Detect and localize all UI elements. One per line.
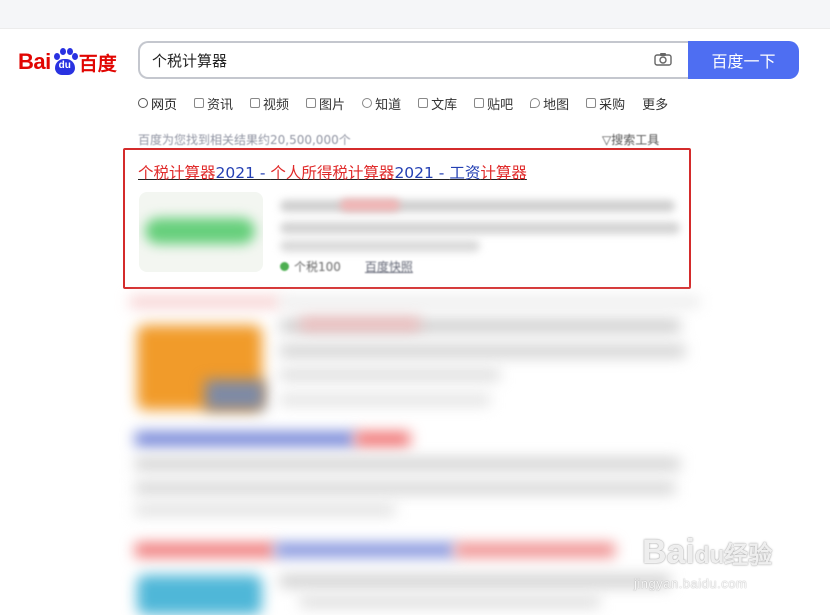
blurred-result [130,297,280,307]
tab-map[interactable]: 地图 [530,93,569,113]
blurred-snippet-line [340,199,400,211]
tab-image[interactable]: 图片 [306,93,345,113]
result-title-link[interactable]: 个税计算器2021 - 个人所得税计算器2021 - 工资计算器 [138,161,527,183]
tab-label: 资讯 [207,97,234,113]
baidu-logo[interactable]: Bai du 百度 [18,46,117,78]
result-source: 个税100 百度快照 [280,258,413,275]
paw-icon: du [52,47,78,77]
tab-web[interactable]: 网页 [138,93,177,113]
search-tabs: 网页 资讯 视频 图片 知道 文库 贴吧 地图 采购 更多 [138,93,685,113]
tab-news[interactable]: 资讯 [194,93,233,113]
search-icon [138,98,148,108]
baidu-jingyan-watermark: Baidu经验 jingyan.baidu.com [634,519,824,604]
title-part: 工资 [449,164,481,182]
blurred-result [275,543,455,557]
title-part: 2021 - [394,164,450,182]
search-button[interactable]: 百度一下 [688,41,799,79]
logo-cn: 百度 [78,52,117,75]
tab-tieba[interactable]: 贴吧 [474,93,513,113]
watermark-url: jingyan.baidu.com [634,576,748,591]
tab-label: 更多 [642,97,669,113]
blurred-snippet-line [280,222,680,234]
source-name: 个税100 [294,260,341,274]
tab-label: 图片 [319,97,346,113]
blurred-result-image [137,575,262,615]
snapshot-link[interactable]: 百度快照 [365,258,413,275]
blurred-result [280,395,490,405]
basket-icon [586,98,597,108]
blurred-result [135,432,355,446]
logo-latin: Bai [18,49,51,74]
blurred-result [300,597,600,607]
blurred-result [135,458,680,470]
tab-label: 网页 [151,97,178,113]
blurred-result [135,482,675,494]
tab-purchase[interactable]: 采购 [586,93,625,113]
blurred-snippet-line [280,240,480,252]
image-icon [306,98,317,108]
blurred-result [135,505,395,515]
browser-top-bar [0,0,830,29]
title-part: 计算器 [480,164,527,182]
result-thumbnail[interactable] [139,192,263,272]
camera-icon[interactable] [654,52,672,66]
tab-label: 采购 [599,97,626,113]
tab-label: 文库 [431,97,458,113]
document-icon [418,98,429,108]
tab-label: 知道 [375,97,402,113]
news-icon [194,98,205,108]
tab-more[interactable]: 更多 [642,93,668,113]
tab-label: 地图 [543,97,570,113]
search-box [138,41,688,79]
blurred-result [135,543,275,557]
search-tools-button[interactable]: ▽搜索工具 [602,131,659,148]
map-pin-icon [530,98,541,108]
title-part: 2021 - [215,164,271,182]
logo-du: du [58,60,71,71]
blurred-result [455,543,615,557]
result-stats: 百度为您找到相关结果约20,500,000个 [138,133,351,147]
question-icon [362,98,373,108]
blurred-result [280,345,685,357]
blurred-result-image [205,380,265,410]
source-icon [280,262,289,271]
blurred-result [280,297,700,307]
search-input[interactable] [152,50,632,70]
blurred-result [280,575,670,587]
blurred-result [300,318,420,330]
tab-zhidao[interactable]: 知道 [362,93,401,113]
search-tools-label: 搜索工具 [611,133,660,147]
tab-wenku[interactable]: 文库 [418,93,457,113]
blurred-result [355,432,410,446]
tab-label: 贴吧 [487,97,514,113]
filter-icon: ▽ [602,133,612,147]
tab-label: 视频 [263,97,290,113]
tieba-icon [474,98,485,108]
tab-video[interactable]: 视频 [250,93,289,113]
title-part: 个税计算器 [138,164,216,182]
watermark-logo: Baidu经验 [642,533,773,571]
title-part: 个人所得税计算器 [270,164,395,182]
video-icon [250,98,261,108]
blurred-result [280,370,500,380]
